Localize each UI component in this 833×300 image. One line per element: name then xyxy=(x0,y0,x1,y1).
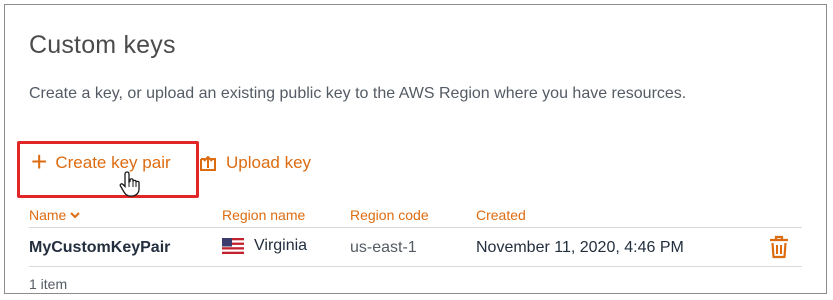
column-header-created[interactable]: Created xyxy=(476,207,526,223)
trash-icon[interactable] xyxy=(766,234,792,260)
upload-icon xyxy=(200,156,216,171)
hand-pointer-icon xyxy=(119,171,140,197)
chevron-down-icon xyxy=(70,212,81,219)
column-header-region-name[interactable]: Region name xyxy=(222,207,305,223)
region-code: us-east-1 xyxy=(350,239,417,256)
upload-key-label: Upload key xyxy=(226,153,312,172)
item-count: 1 item xyxy=(29,276,68,292)
create-key-pair-button[interactable]: + Create key pair xyxy=(31,145,171,177)
panel-title: Custom keys xyxy=(29,31,176,59)
table-row[interactable]: MyCustomKeyPair Virginia us-east-1 Novem… xyxy=(5,233,826,261)
plus-icon: + xyxy=(31,145,48,177)
region-name-cell: Virginia xyxy=(222,237,307,255)
column-header-region-code[interactable]: Region code xyxy=(350,207,429,223)
us-flag-icon xyxy=(222,238,244,254)
row-divider xyxy=(29,266,802,267)
key-pair-name: MyCustomKeyPair xyxy=(29,239,171,256)
header-divider xyxy=(29,227,802,228)
key-actions: + Create key pair Upload key xyxy=(25,145,365,188)
upload-key-button[interactable]: Upload key xyxy=(198,153,311,173)
created-date: November 11, 2020, 4:46 PM xyxy=(476,239,684,256)
custom-keys-panel: Custom keys Create a key, or upload an e… xyxy=(4,4,827,294)
column-header-name[interactable]: Name xyxy=(29,207,81,223)
column-name-label: Name xyxy=(29,207,67,223)
panel-description: Create a key, or upload an existing publ… xyxy=(29,85,687,102)
region-name: Virginia xyxy=(254,237,308,254)
create-key-pair-label: Create key pair xyxy=(55,153,171,172)
